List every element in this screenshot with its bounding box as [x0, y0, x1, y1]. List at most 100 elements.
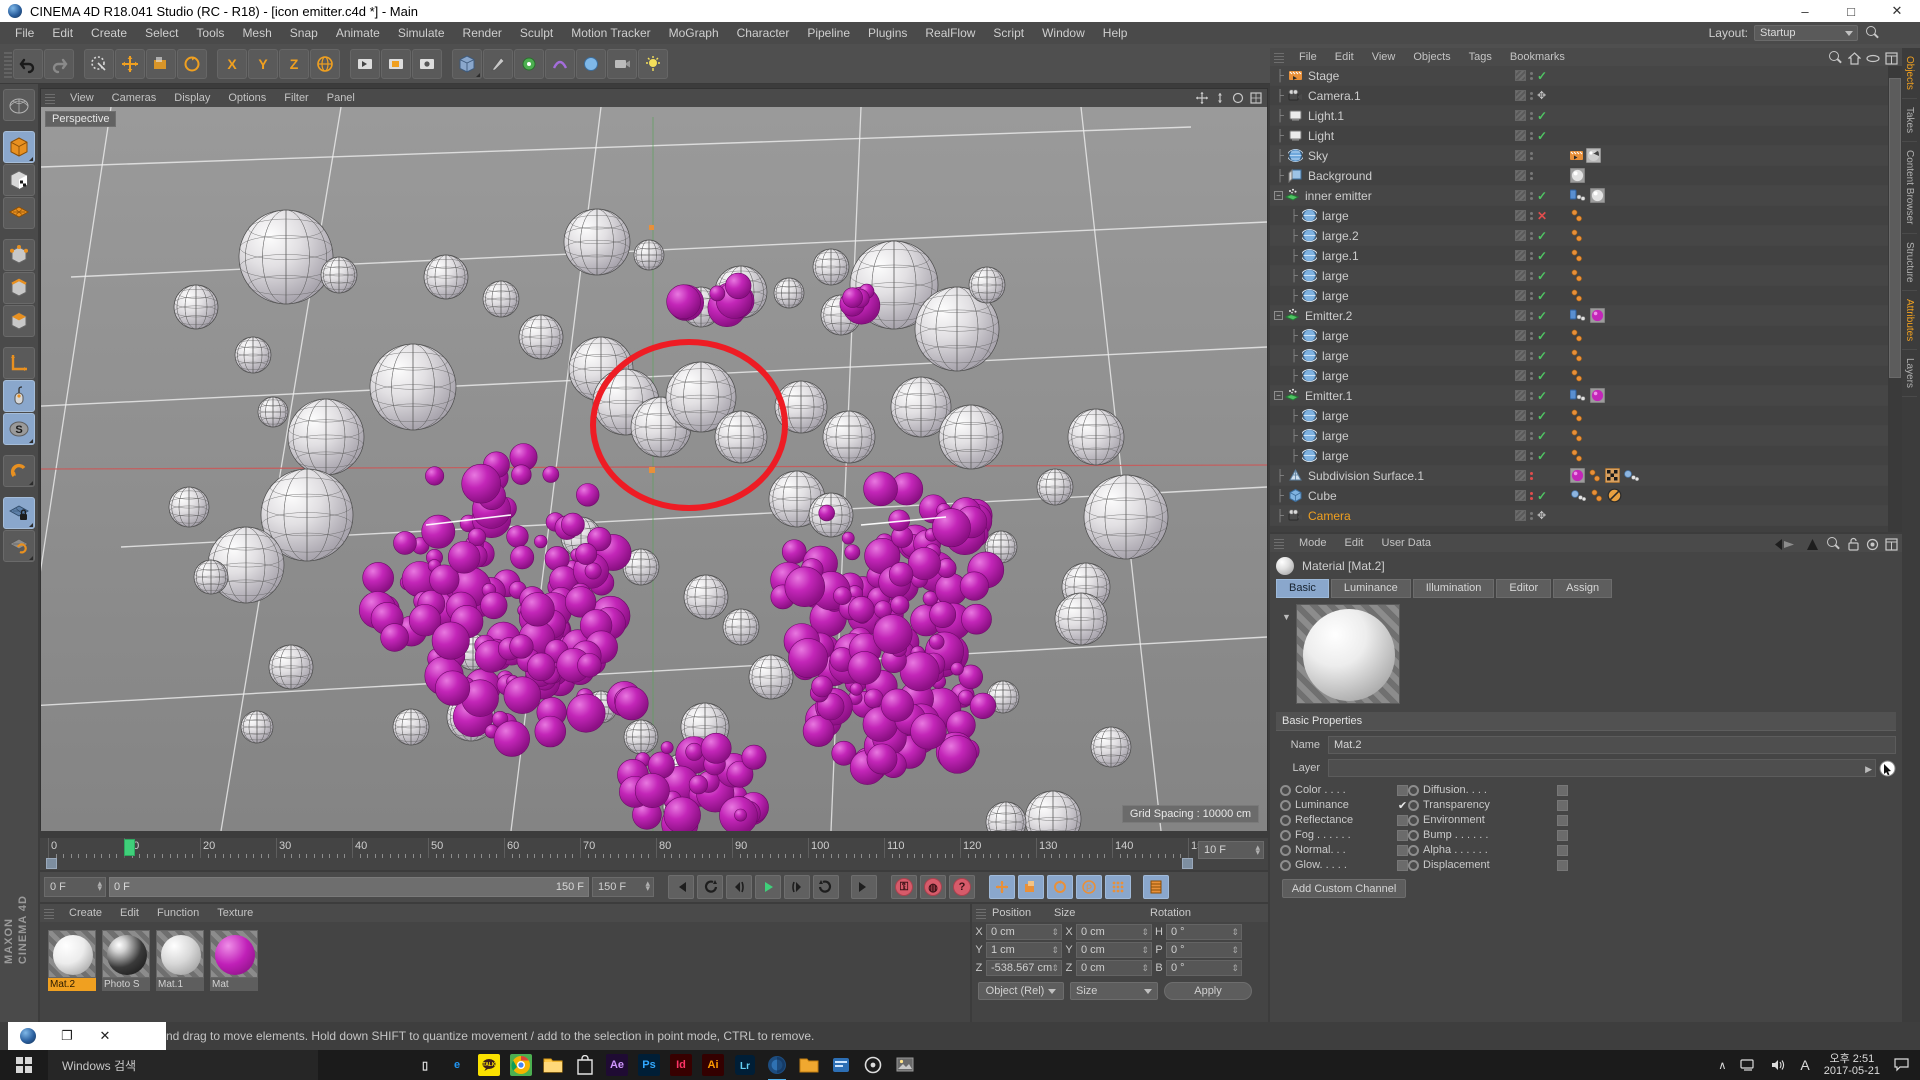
ime-indicator[interactable]: A: [1800, 1057, 1809, 1073]
rotate-view-icon[interactable]: [1231, 91, 1245, 105]
attribute-menu-mode[interactable]: Mode: [1290, 537, 1336, 549]
render-visibility-dot[interactable]: [1530, 516, 1533, 520]
attribute-tab-assign[interactable]: Assign: [1553, 579, 1613, 598]
menu-script[interactable]: Script: [984, 22, 1033, 44]
material-item[interactable]: Mat: [210, 930, 258, 991]
channel-radio-icon[interactable]: [1280, 859, 1291, 871]
illustrator-icon[interactable]: Ai: [702, 1054, 724, 1076]
visibility-dots[interactable]: [1530, 151, 1533, 160]
image-icon[interactable]: [894, 1054, 916, 1076]
object-row[interactable]: ├ Light.1 ✓: [1270, 106, 1888, 126]
material-name-input[interactable]: Mat.2: [1328, 736, 1896, 754]
lock-icon[interactable]: [1847, 537, 1860, 551]
orange-dots-tag[interactable]: [1570, 429, 1584, 443]
model-mode-button[interactable]: [3, 131, 35, 163]
editor-visibility-dot[interactable]: [1530, 151, 1533, 155]
step-back-button[interactable]: [726, 875, 752, 899]
object-row[interactable]: − inner emitter ✓: [1270, 186, 1888, 206]
object-row[interactable]: ├ large ✓: [1270, 326, 1888, 346]
menu-snap[interactable]: Snap: [281, 22, 327, 44]
orange-dots-tag[interactable]: [1570, 269, 1584, 283]
render-visibility-dot[interactable]: [1530, 416, 1533, 420]
workplane-mode-button[interactable]: [3, 197, 35, 229]
z-axis-lock-button[interactable]: Z: [279, 48, 309, 79]
toolbar-grip[interactable]: [4, 49, 12, 78]
editor-visibility-dot[interactable]: [1530, 251, 1533, 255]
eye-icon[interactable]: [1866, 52, 1880, 65]
stepper-icon[interactable]: ▴ ▾: [97, 879, 102, 893]
editor-visibility-dot[interactable]: [1530, 371, 1533, 375]
visibility-controls[interactable]: ✓: [1515, 249, 1547, 263]
menu-motion-tracker[interactable]: Motion Tracker: [562, 22, 659, 44]
object-row[interactable]: ├ large ✓: [1270, 286, 1888, 306]
editor-visibility-dot[interactable]: [1530, 271, 1533, 275]
blue-particle-tag[interactable]: [1570, 489, 1587, 502]
viewport-menu-view[interactable]: View: [61, 92, 103, 104]
enabled-check-icon[interactable]: ✓: [1537, 249, 1547, 263]
material-thumbnail[interactable]: [210, 930, 258, 978]
position-key-button[interactable]: [989, 875, 1015, 899]
back-navigation-icon[interactable]: [1774, 538, 1800, 551]
enable-axis-button[interactable]: [3, 380, 35, 412]
object-menu-objects[interactable]: Objects: [1404, 51, 1459, 63]
material-menu-grip[interactable]: [44, 907, 54, 919]
material-menu-function[interactable]: Function: [148, 907, 208, 919]
channel-reflectance[interactable]: Reflectance: [1280, 814, 1408, 826]
coordinates-grip[interactable]: [976, 907, 986, 919]
layer-color-swatch[interactable]: [1515, 250, 1526, 261]
layout-select[interactable]: Startup: [1754, 25, 1858, 41]
kakaotalk-icon[interactable]: TALK: [478, 1054, 500, 1076]
taskbar-clock[interactable]: 오후 2:51 2017-05-21: [1824, 1053, 1880, 1077]
render-visibility-dot[interactable]: [1530, 376, 1533, 380]
viewport-menu-panel[interactable]: Panel: [318, 92, 364, 104]
channel-checkbox[interactable]: [1397, 814, 1408, 826]
photoshop-icon[interactable]: Ps: [638, 1054, 660, 1076]
rotate-tool-button[interactable]: [177, 48, 207, 79]
editor-visibility-dot[interactable]: [1530, 431, 1533, 435]
visibility-controls[interactable]: ✓: [1515, 289, 1547, 303]
timeline-mode-button[interactable]: [1143, 875, 1169, 899]
visibility-controls[interactable]: ✥: [1515, 509, 1546, 522]
dock-tab-structure[interactable]: Structure: [1902, 234, 1917, 292]
channel-checkbox[interactable]: [1397, 829, 1408, 841]
attribute-tab-illumination[interactable]: Illumination: [1412, 579, 1495, 598]
render-visibility-dot[interactable]: [1530, 236, 1533, 240]
float-close-button[interactable]: ✕: [86, 1028, 124, 1044]
channel-checkbox[interactable]: [1557, 829, 1568, 841]
render-visibility-dot[interactable]: [1530, 76, 1533, 80]
visibility-controls[interactable]: [1515, 150, 1537, 161]
axis-mode-button[interactable]: [3, 347, 35, 379]
visibility-controls[interactable]: ✓: [1515, 449, 1547, 463]
material-item[interactable]: Mat.2: [48, 930, 96, 991]
channel-radio-icon[interactable]: [1280, 784, 1291, 796]
visibility-controls[interactable]: ✓: [1515, 309, 1547, 323]
previous-keyframe-button[interactable]: [697, 875, 723, 899]
size-mode-dropdown[interactable]: Size: [1070, 982, 1158, 1000]
layer-color-swatch[interactable]: [1515, 150, 1526, 161]
enabled-check-icon[interactable]: ✓: [1537, 129, 1547, 143]
visibility-controls[interactable]: ✓: [1515, 189, 1547, 203]
volume-icon[interactable]: [1770, 1058, 1786, 1072]
search-icon[interactable]: [1825, 536, 1841, 552]
play-button[interactable]: [755, 875, 781, 899]
position-z-input[interactable]: -538.567 cm ⇕: [986, 960, 1062, 976]
magenta-material-tag[interactable]: [1590, 388, 1605, 403]
channel-checkbox[interactable]: [1397, 784, 1408, 796]
visibility-controls[interactable]: ✓: [1515, 349, 1547, 363]
snap-magnet-button[interactable]: [3, 455, 35, 487]
scale-key-button[interactable]: [1018, 875, 1044, 899]
editor-visibility-dot[interactable]: [1530, 491, 1533, 495]
stepper-icon[interactable]: ⇕: [1051, 925, 1059, 939]
render-visibility-dot[interactable]: [1530, 496, 1533, 500]
material-menu-create[interactable]: Create: [60, 907, 111, 919]
go-to-start-button[interactable]: [668, 875, 694, 899]
channel-checkbox[interactable]: [1397, 859, 1408, 871]
layer-color-swatch[interactable]: [1515, 350, 1526, 361]
object-menu-view[interactable]: View: [1363, 51, 1405, 63]
enabled-check-icon[interactable]: ✓: [1537, 389, 1547, 403]
visibility-controls[interactable]: ✓: [1515, 389, 1547, 403]
cinema4d-icon[interactable]: [766, 1054, 788, 1080]
editor-visibility-dot[interactable]: [1530, 451, 1533, 455]
go-to-end-button[interactable]: [851, 875, 877, 899]
object-row[interactable]: ├ Cube ✓: [1270, 486, 1888, 506]
